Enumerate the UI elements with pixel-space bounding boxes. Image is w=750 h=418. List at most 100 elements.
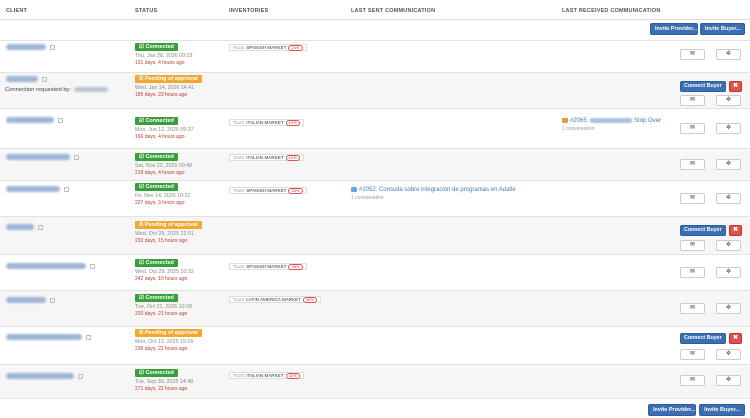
invite-provider-button[interactable]: Invite Provider...: [648, 404, 696, 416]
last-sent-communication: #2052: Consulta sobre integración de pro…: [351, 187, 516, 201]
gear-icon: ✲: [725, 351, 732, 357]
inventory-percent: 36%: [303, 297, 318, 303]
table-row: ☑ Connected Sat, Nov 22, 2025 09:40 219 …: [0, 148, 750, 180]
status-badge: ⏱ Pending of approval: [135, 75, 202, 83]
inventory-type: Tours: [233, 188, 245, 193]
copy-icon[interactable]: [38, 224, 43, 230]
reject-button[interactable]: ✖: [729, 81, 742, 92]
connect-buyer-button[interactable]: Connect Buyer: [680, 81, 726, 92]
column-header-last-sent: LAST SENT COMMUNICATION: [351, 8, 436, 14]
copy-icon[interactable]: [58, 117, 63, 123]
status-cell: ⏱ Pending of approval Mon, Oct 13, 2025 …: [135, 329, 202, 352]
copy-icon[interactable]: [86, 334, 91, 340]
client-name[interactable]: [6, 224, 34, 230]
status-cell: ☑ Connected Mon, Jun 12, 2026 09:37 166 …: [135, 117, 194, 140]
mail-button[interactable]: ✉: [680, 193, 705, 204]
client-name[interactable]: [6, 76, 38, 82]
client-name[interactable]: [6, 263, 86, 269]
message-icon: [351, 187, 357, 192]
invite-provider-button[interactable]: Invite Provider...: [650, 23, 698, 35]
mail-button[interactable]: ✉: [680, 159, 705, 170]
inventory-type: Tours: [233, 297, 245, 302]
inventory-tag: Tours SPANISH MARKET 24%: [229, 44, 307, 51]
client-name[interactable]: [6, 297, 46, 303]
settings-button[interactable]: ✲: [716, 375, 741, 386]
mail-button[interactable]: ✉: [680, 123, 705, 134]
gear-icon: ✲: [725, 51, 732, 57]
status-cell: ☑ Connected Wed, Oct 29, 2025 10:32 242 …: [135, 259, 194, 282]
copy-icon[interactable]: [74, 154, 79, 160]
gear-icon: ✲: [725, 377, 732, 383]
gear-icon: ✲: [725, 125, 732, 131]
settings-button[interactable]: ✲: [716, 240, 741, 251]
status-date: Mon, Jun 12, 2026 09:37: [135, 127, 194, 133]
settings-button[interactable]: ✲: [716, 95, 741, 106]
copy-icon[interactable]: [42, 76, 47, 82]
reject-button[interactable]: ✖: [729, 333, 742, 344]
settings-button[interactable]: ✲: [716, 123, 741, 134]
status-date: Wed, Jan 14, 2026 14:41: [135, 85, 195, 91]
column-header-status: STATUS: [135, 8, 158, 14]
mail-icon: ✉: [689, 351, 696, 357]
mail-button[interactable]: ✉: [680, 303, 705, 314]
client-name[interactable]: [6, 186, 60, 192]
client-name[interactable]: [6, 44, 46, 50]
inventory-percent: 20%: [288, 188, 303, 194]
client-name[interactable]: [6, 373, 74, 379]
column-header-inventories: INVENTORIES: [229, 8, 269, 14]
settings-button[interactable]: ✲: [716, 193, 741, 204]
status-ago: 219 days, 4 hours ago: [135, 170, 185, 176]
status-ago: 220 days, 21 hours ago: [135, 311, 188, 317]
mail-icon: ✉: [689, 51, 696, 57]
reject-button[interactable]: ✖: [729, 225, 742, 236]
table-row: ☑ Connected Mon, Jun 12, 2026 09:37 166 …: [0, 108, 750, 148]
copy-icon[interactable]: [64, 186, 69, 192]
mail-button[interactable]: ✉: [680, 49, 705, 60]
sent-communication-link[interactable]: #2052: Consulta sobre integración de pro…: [351, 187, 516, 193]
inventory-tag: Tours ITALIAN MARKET 19%: [229, 119, 304, 126]
inventory-tag: Tours SPANISH MARKET 20%: [229, 187, 307, 194]
inventory-name: ITALIAN MARKET: [246, 373, 284, 378]
connect-buyer-button[interactable]: Connect Buyer: [680, 225, 726, 236]
settings-button[interactable]: ✲: [716, 159, 741, 170]
mail-button[interactable]: ✉: [680, 375, 705, 386]
settings-button[interactable]: ✲: [716, 267, 741, 278]
mail-button[interactable]: ✉: [680, 267, 705, 278]
status-badge: ☑ Connected: [135, 294, 178, 302]
status-cell: ☑ Connected Thu, Jan 28, 2026 09:19 131 …: [135, 43, 192, 66]
settings-button[interactable]: ✲: [716, 303, 741, 314]
mail-icon: ✉: [689, 161, 696, 167]
mail-icon: ✉: [689, 377, 696, 383]
received-communication-link[interactable]: #2065: Stop Over: [562, 118, 661, 124]
message-icon: [562, 118, 568, 123]
client-name[interactable]: [6, 154, 70, 160]
status-ago: 227 days, 3 hours ago: [135, 200, 185, 206]
mail-button[interactable]: ✉: [680, 240, 705, 251]
close-icon: ✖: [732, 83, 739, 89]
status-badge: ⏱ Pending of approval: [135, 221, 202, 229]
copy-icon[interactable]: [50, 44, 55, 50]
settings-button[interactable]: ✲: [716, 349, 741, 360]
settings-button[interactable]: ✲: [716, 49, 741, 60]
invite-buyer-button[interactable]: Invite Buyer...: [700, 23, 745, 35]
inventory-tag: Tours ITALIAN MARKET 10%: [229, 154, 304, 161]
copy-icon[interactable]: [50, 297, 55, 303]
gear-icon: ✲: [725, 305, 732, 311]
copy-icon[interactable]: [90, 263, 95, 269]
inventory-type: Tours: [233, 264, 245, 269]
table-row: Connection requested by: ⏱ Pending of ap…: [0, 72, 750, 108]
requested-by-label: Connection requested by:: [5, 87, 72, 94]
gear-icon: ✲: [725, 269, 732, 275]
connect-buyer-button[interactable]: Connect Buyer: [680, 333, 726, 344]
mail-button[interactable]: ✉: [680, 349, 705, 360]
client-cell: [6, 224, 43, 230]
mail-button[interactable]: ✉: [680, 95, 705, 106]
table-row: ⏱ Pending of approval Wed, Oct 29, 2025 …: [0, 216, 750, 254]
copy-icon[interactable]: [78, 373, 83, 379]
status-ago: 166 days, 4 hours ago: [135, 134, 185, 140]
client-name[interactable]: [6, 117, 54, 123]
status-date: Sat, Nov 22, 2025 09:40: [135, 163, 193, 169]
invite-buyer-button[interactable]: Invite Buyer...: [699, 404, 745, 416]
client-name[interactable]: [6, 334, 82, 340]
client-cell: [6, 44, 55, 50]
